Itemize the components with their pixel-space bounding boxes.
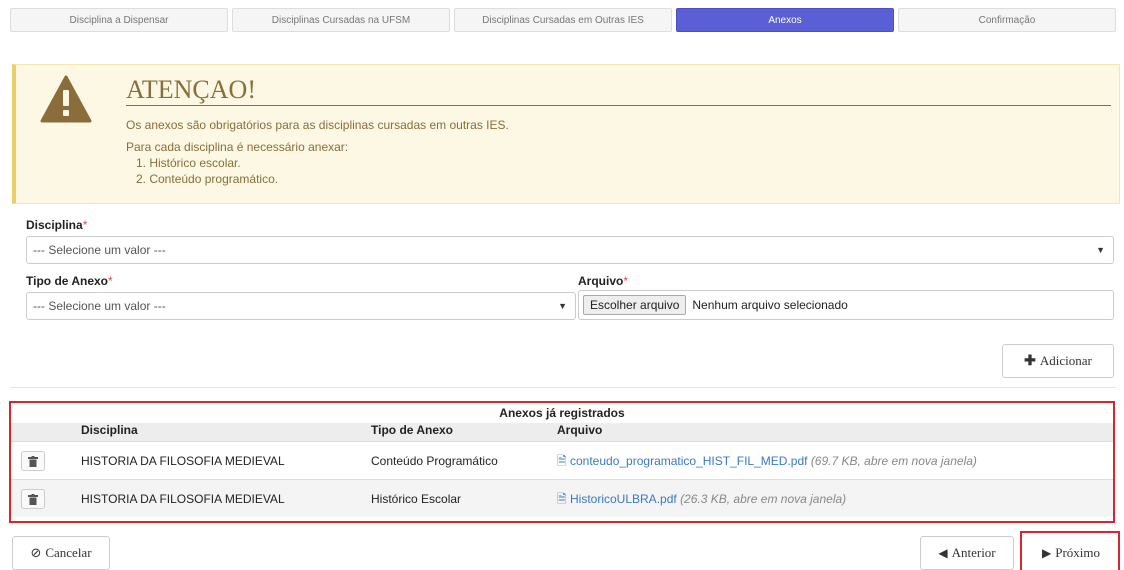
ban-icon: ⊘	[30, 545, 42, 561]
cancel-button[interactable]: ⊘ Cancelar	[12, 536, 110, 570]
alert-message: Os anexos são obrigatórios para as disci…	[126, 118, 509, 132]
delete-button[interactable]	[21, 489, 45, 509]
next-button[interactable]: ▶ Próximo	[1026, 536, 1116, 570]
chevron-right-circle-icon: ▶	[1041, 546, 1052, 560]
file-status: Nenhum arquivo selecionado	[692, 298, 848, 312]
caret-down-icon: ▼	[1096, 245, 1105, 255]
cell-arquivo: 🗎 conteudo_programatico_HIST_FIL_MED.pdf…	[557, 442, 977, 480]
file-link[interactable]: HistoricoULBRA.pdf	[570, 492, 677, 506]
tipo-anexo-select[interactable]: --- Selecione um valor --- ▼	[26, 292, 576, 320]
table-title: Anexos já registrados	[499, 406, 625, 420]
annex-form: Disciplina* --- Selecione um valor --- ▼…	[10, 210, 1116, 388]
alert-intro: Para cada disciplina é necessário anexar…	[126, 140, 349, 154]
cell-arquivo: 🗎 HistoricoULBRA.pdf (26.3 KB, abre em n…	[557, 480, 846, 518]
cell-disciplina: HISTORIA DA FILOSOFIA MEDIEVAL	[81, 454, 285, 468]
file-icon: 🗎	[557, 492, 567, 506]
cell-disciplina: HISTORIA DA FILOSOFIA MEDIEVAL	[81, 492, 285, 506]
file-meta: (69.7 KB, abre em nova janela)	[810, 454, 977, 468]
table-row: HISTORIA DA FILOSOFIA MEDIEVAL Histórico…	[11, 479, 1113, 517]
file-meta: (26.3 KB, abre em nova janela)	[680, 492, 847, 506]
step-disciplina-a-dispensar[interactable]: Disciplina a Dispensar	[10, 8, 228, 32]
cell-tipo: Histórico Escolar	[371, 492, 462, 506]
previous-button[interactable]: ◀ Anterior	[920, 536, 1014, 570]
column-header-arquivo: Arquivo	[557, 423, 603, 437]
trash-icon	[28, 493, 38, 505]
required-mark: *	[82, 218, 88, 232]
delete-button[interactable]	[21, 451, 45, 471]
disciplina-label: Disciplina*	[26, 218, 88, 232]
add-button[interactable]: ✚ Adicionar	[1002, 344, 1114, 378]
warning-alert: ATENÇAO! Os anexos são obrigatórios para…	[12, 64, 1120, 204]
alert-divider	[126, 105, 1111, 106]
plus-icon: ✚	[1024, 353, 1036, 369]
required-mark: *	[108, 274, 113, 288]
trash-icon	[28, 455, 38, 467]
column-header-disciplina: Disciplina	[81, 423, 138, 437]
arquivo-label: Arquivo*	[578, 274, 629, 288]
disciplina-select[interactable]: --- Selecione um valor --- ▼	[26, 236, 1114, 264]
registered-annexes-table: Anexos já registrados Disciplina Tipo de…	[9, 401, 1115, 523]
tipo-anexo-label: Tipo de Anexo*	[26, 274, 113, 288]
chevron-left-circle-icon: ◀	[938, 546, 948, 560]
choose-file-button[interactable]: Escolher arquivo	[583, 295, 687, 315]
alert-item: 1. Histórico escolar.	[136, 156, 241, 170]
warning-icon	[40, 75, 92, 123]
step-anexos[interactable]: Anexos	[676, 8, 894, 32]
file-link[interactable]: conteudo_programatico_HIST_FIL_MED.pdf	[570, 454, 807, 468]
required-mark: *	[623, 274, 629, 288]
wizard-steps: Disciplina a Dispensar Disciplinas Cursa…	[10, 8, 1116, 32]
table-row: HISTORIA DA FILOSOFIA MEDIEVAL Conteúdo …	[11, 441, 1113, 479]
table-header: Disciplina Tipo de Anexo Arquivo	[11, 423, 1113, 441]
column-header-tipo: Tipo de Anexo	[371, 423, 454, 437]
step-confirmacao[interactable]: Confirmação	[898, 8, 1116, 32]
file-icon: 🗎	[557, 454, 567, 468]
step-disciplinas-ufsm[interactable]: Disciplinas Cursadas na UFSM	[232, 8, 450, 32]
step-disciplinas-outras-ies[interactable]: Disciplinas Cursadas em Outras IES	[454, 8, 672, 32]
caret-down-icon: ▼	[558, 301, 567, 311]
cell-tipo: Conteúdo Programático	[371, 454, 498, 468]
arquivo-file-input[interactable]: Escolher arquivo Nenhum arquivo selecion…	[578, 290, 1114, 320]
alert-title: ATENÇAO!	[126, 75, 256, 104]
alert-body: Os anexos são obrigatórios para as disci…	[126, 117, 509, 187]
alert-item: 2. Conteúdo programático.	[136, 172, 279, 186]
